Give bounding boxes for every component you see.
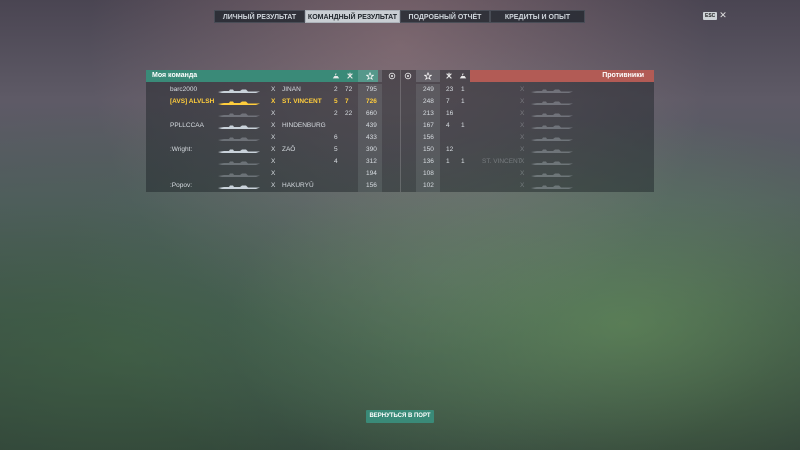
planes-destroyed: 1 bbox=[461, 122, 465, 129]
ship-tier: X bbox=[520, 146, 525, 153]
enemy-team-row[interactable]: 248 7 1 X bbox=[146, 96, 654, 108]
enemy-team-header: Противники bbox=[470, 70, 654, 82]
ship-tier: X bbox=[520, 98, 525, 105]
base-xp: 136 bbox=[423, 158, 434, 165]
tab-detailed-report[interactable]: ПОДРОБНЫЙ ОТЧЁТ bbox=[400, 10, 490, 23]
planes-destroyed: 1 bbox=[461, 158, 465, 165]
star-icon bbox=[416, 70, 440, 82]
return-to-port-button[interactable]: ВЕРНУТЬСЯ В ПОРТ bbox=[366, 410, 434, 423]
ship-tier: X bbox=[520, 158, 525, 165]
ship-silhouette-icon bbox=[531, 100, 573, 105]
base-xp: 248 bbox=[423, 98, 434, 105]
ship-silhouette-icon bbox=[531, 88, 573, 93]
close-button[interactable]: ESC ✕ bbox=[703, 11, 727, 20]
ships-destroyed: 12 bbox=[446, 146, 454, 153]
spotting-icon bbox=[402, 70, 414, 82]
ship-tier: X bbox=[520, 86, 525, 93]
result-tabs: ЛИЧНЫЙ РЕЗУЛЬТАТ КОМАНДНЫЙ РЕЗУЛЬТАТ ПОД… bbox=[214, 10, 585, 23]
enemy-team-title: Противники bbox=[602, 72, 644, 79]
enemy-team-row[interactable]: 249 23 1 X bbox=[146, 84, 654, 96]
ship-silhouette-icon bbox=[531, 148, 573, 153]
my-team-title: Моя команда bbox=[152, 72, 198, 79]
base-xp: 249 bbox=[423, 86, 434, 93]
ships-destroyed: 7 bbox=[446, 98, 450, 105]
plane-kill-icon bbox=[344, 70, 356, 82]
ships-destroyed: 1 bbox=[446, 158, 450, 165]
enemy-team-row[interactable]: 136 1 1 ST. VINCENT X bbox=[146, 156, 654, 168]
enemy-team-row[interactable]: 102 X bbox=[146, 180, 654, 192]
base-xp: 213 bbox=[423, 110, 434, 117]
ship-tier: X bbox=[520, 122, 525, 129]
ship-kill-icon bbox=[457, 70, 469, 82]
spotting-icon bbox=[386, 70, 398, 82]
ships-destroyed: 23 bbox=[446, 86, 454, 93]
planes-destroyed: 1 bbox=[461, 86, 465, 93]
team-results-table: Моя команда Противники barc2000 X JINAN 2 72… bbox=[146, 70, 654, 192]
ship-tier: X bbox=[520, 182, 525, 189]
enemy-team-row[interactable]: 167 4 1 X bbox=[146, 120, 654, 132]
tab-credits-and-xp[interactable]: КРЕДИТЫ И ОПЫТ bbox=[490, 10, 585, 23]
ship-silhouette-icon bbox=[531, 136, 573, 141]
base-xp: 167 bbox=[423, 122, 434, 129]
enemy-team-row[interactable]: 108 X bbox=[146, 168, 654, 180]
star-icon bbox=[358, 70, 382, 82]
ship-silhouette-icon bbox=[531, 124, 573, 129]
base-xp: 102 bbox=[423, 182, 434, 189]
esc-key-icon: ESC bbox=[703, 11, 718, 20]
tab-team-result[interactable]: КОМАНДНЫЙ РЕЗУЛЬТАТ bbox=[305, 10, 400, 23]
planes-destroyed: 1 bbox=[461, 98, 465, 105]
ship-silhouette-icon bbox=[531, 184, 573, 189]
ship-kill-icon bbox=[330, 70, 342, 82]
plane-kill-icon bbox=[443, 70, 455, 82]
ship-silhouette-icon bbox=[531, 112, 573, 117]
ship-silhouette-icon bbox=[531, 172, 573, 177]
ships-destroyed: 16 bbox=[446, 110, 454, 117]
ship-name: ST. VINCENT bbox=[482, 158, 522, 165]
enemy-team-row[interactable]: 150 12 X bbox=[146, 144, 654, 156]
base-xp: 150 bbox=[423, 146, 434, 153]
enemy-team-row[interactable]: 213 16 X bbox=[146, 108, 654, 120]
tab-personal-result[interactable]: ЛИЧНЫЙ РЕЗУЛЬТАТ bbox=[214, 10, 305, 23]
ships-destroyed: 4 bbox=[446, 122, 450, 129]
ship-tier: X bbox=[520, 110, 525, 117]
ship-silhouette-icon bbox=[531, 160, 573, 165]
enemy-team-row[interactable]: 156 X bbox=[146, 132, 654, 144]
ship-tier: X bbox=[520, 170, 525, 177]
ship-tier: X bbox=[520, 134, 525, 141]
base-xp: 108 bbox=[423, 170, 434, 177]
close-icon: ✕ bbox=[719, 10, 727, 20]
base-xp: 156 bbox=[423, 134, 434, 141]
